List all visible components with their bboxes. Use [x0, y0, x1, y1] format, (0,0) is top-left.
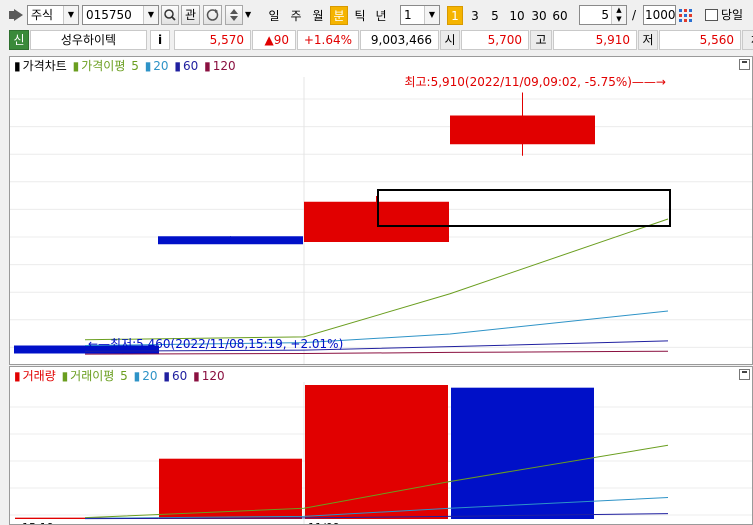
- gwan-label: 관: [184, 8, 197, 22]
- volume-chart-panel[interactable]: ▮거래량 ▮거래이평 5 ▮20 ▮60 ▮120 15:1911/09: [9, 366, 753, 525]
- period-minute[interactable]: 분: [330, 6, 348, 25]
- market-select[interactable]: 주식 ▼: [27, 5, 79, 25]
- volume: 9,003,466: [360, 30, 439, 50]
- search-button[interactable]: [161, 5, 179, 25]
- search-icon: [164, 9, 176, 21]
- ma-line-120: [84, 350, 669, 355]
- updown-stepper[interactable]: [225, 5, 243, 25]
- chevron-down-icon[interactable]: ▼: [63, 6, 78, 24]
- interval-value: 1: [404, 8, 412, 22]
- high-price: 5,910: [553, 30, 637, 50]
- volume-chart[interactable]: 15:19 11/09: [10, 367, 753, 525]
- interval-5[interactable]: 5: [487, 6, 503, 25]
- volume-bar: [305, 385, 448, 519]
- chevron-down-icon[interactable]: ▼: [143, 6, 158, 24]
- legend-ma20: 20: [153, 59, 169, 73]
- legend-vma20: 20: [142, 369, 158, 383]
- legend-ma60-mark: ▮: [174, 59, 182, 73]
- chevron-down-icon[interactable]: ▼: [245, 5, 255, 25]
- legend-vma20-mark: ▮: [133, 369, 141, 383]
- legend-vma120-mark: ▮: [193, 369, 200, 383]
- window-link-icon[interactable]: [8, 5, 26, 25]
- legend-ma-title: 가격이평: [81, 59, 126, 73]
- legend-vma-title: 거래이평: [70, 369, 115, 383]
- legend-vma60: 60: [171, 369, 188, 383]
- chevron-down-icon[interactable]: ▼: [424, 6, 439, 24]
- total-value: 1000: [645, 8, 676, 22]
- info-button[interactable]: i: [150, 30, 170, 50]
- candle-body: [158, 236, 303, 245]
- stock-code-value: 015750: [86, 8, 132, 22]
- legend-volume-title: 거래량: [22, 369, 56, 383]
- date-axis-label: 11/09: [308, 521, 340, 525]
- count-value: 5: [601, 8, 609, 22]
- low-label: 저: [638, 30, 658, 50]
- candle-body: [304, 201, 449, 242]
- period-week[interactable]: 주: [287, 6, 305, 25]
- interval-10[interactable]: 10: [507, 6, 527, 25]
- grid-settings-icon[interactable]: [678, 5, 694, 25]
- open-price: 5,700: [461, 30, 529, 50]
- trade-tab[interactable]: 체결: [742, 30, 753, 50]
- legend-vma-mark: ▮: [61, 369, 69, 383]
- today-checkbox[interactable]: [705, 9, 718, 21]
- interval-1[interactable]: 1: [447, 6, 463, 25]
- maximize-icon[interactable]: [739, 369, 750, 380]
- refresh-button[interactable]: [203, 5, 222, 25]
- legend-ma5: 5: [131, 59, 139, 73]
- price-legend: ▮ 가격차트 ▮ 가격이평 5 ▮ 20 ▮ 60 ▮ 120: [14, 59, 238, 73]
- legend-vma60-mark: ▮: [163, 369, 170, 383]
- legend-ma120: 120: [212, 59, 236, 73]
- total-input[interactable]: 1000: [643, 5, 676, 25]
- price-change: ▲90: [252, 30, 296, 50]
- legend-ma120-mark: ▮: [204, 59, 211, 73]
- market-select-value: 주식: [31, 8, 54, 22]
- stock-name[interactable]: 성우하이텍: [30, 30, 147, 50]
- price-chart-panel[interactable]: ▮ 가격차트 ▮ 가격이평 5 ▮ 20 ▮ 60 ▮ 120 최고:5,910(2022…: [9, 56, 753, 365]
- time-axis-label: 15:19: [22, 521, 54, 525]
- period-tick[interactable]: 틱: [351, 6, 369, 25]
- open-label: 시: [440, 30, 460, 50]
- current-price: 5,570: [174, 30, 251, 50]
- today-label: 당일: [721, 8, 744, 22]
- price-chart[interactable]: 최고:5,910(2022/11/09,09:02, -5.75%)——→ ←—최…: [10, 57, 753, 365]
- interval-3[interactable]: 3: [467, 6, 483, 25]
- updown-icon: [230, 9, 238, 21]
- spin-icon[interactable]: ▲ ▼: [611, 6, 626, 24]
- legend-ma60: 60: [183, 59, 199, 73]
- legend-price-title: 가격차트: [22, 59, 67, 73]
- volume-legend: ▮ 거래량 ▮ 거래이평 5 ▮ 20 ▮ 60 ▮ 120: [14, 369, 227, 383]
- legend-vma120: 120: [201, 369, 225, 383]
- legend-vma5: 5: [120, 369, 128, 383]
- period-day[interactable]: 일: [265, 6, 283, 25]
- maximize-icon[interactable]: [739, 59, 750, 70]
- count-input[interactable]: 5 ▲ ▼: [579, 5, 627, 25]
- interval-select[interactable]: 1 ▼: [400, 5, 440, 25]
- refresh-icon: [206, 9, 219, 21]
- high-label: 고: [530, 30, 552, 50]
- period-year[interactable]: 년: [372, 6, 390, 25]
- interval-30[interactable]: 30: [529, 6, 549, 25]
- legend-price-mark: ▮: [14, 59, 21, 73]
- toolbar: 주식 ▼ 015750 ▼ 관 ▼ 일 주 월 분 틱 년 1 ▼ 1 3 5 …: [0, 0, 753, 30]
- quote-bar: 신 성우하이텍 i 5,570 ▲90 +1.64% 9,003,466 시 5…: [0, 29, 753, 51]
- volume-bar: [159, 458, 302, 519]
- low-annotation: ←—최저:5,460(2022/11/08,15:19, +2.01%): [88, 337, 343, 351]
- period-month[interactable]: 월: [309, 6, 327, 25]
- legend-ma20-mark: ▮: [144, 59, 152, 73]
- gwan-button[interactable]: 관: [181, 5, 200, 25]
- market-badge: 신: [9, 30, 29, 50]
- change-percent: +1.64%: [297, 30, 359, 50]
- low-price: 5,560: [659, 30, 741, 50]
- legend-ma-mark: ▮: [72, 59, 80, 73]
- volume-bar: [451, 387, 594, 519]
- high-annotation: 최고:5,910(2022/11/09,09:02, -5.75%)——→: [404, 75, 666, 89]
- legend-volume-mark: ▮: [14, 369, 21, 383]
- stock-code-input[interactable]: 015750 ▼: [82, 5, 159, 25]
- candle-body: [450, 115, 595, 145]
- slash-separator: /: [632, 8, 637, 22]
- interval-60[interactable]: 60: [550, 6, 570, 25]
